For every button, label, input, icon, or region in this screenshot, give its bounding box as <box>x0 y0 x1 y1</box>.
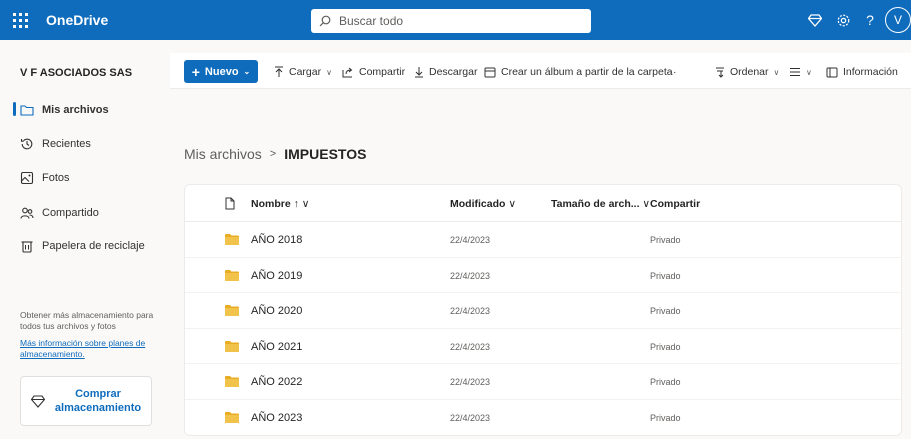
table-row[interactable]: AÑO 2021 22/4/2023 Privado <box>185 329 901 365</box>
folder-icon <box>225 234 239 245</box>
file-name[interactable]: AÑO 2021 <box>251 341 302 353</box>
chevron-down-icon: ∨ <box>508 198 517 210</box>
diamond-icon[interactable] <box>805 10 825 30</box>
modified-date: 22/4/2023 <box>450 377 491 388</box>
folder-icon <box>225 340 239 352</box>
sort-button[interactable]: Ordenar ∨ <box>715 64 779 80</box>
breadcrumb: Mis archivos > IMPUESTOS <box>184 146 366 162</box>
storage-plans-link[interactable]: Más información sobre planes de almacena… <box>20 338 170 360</box>
chevron-down-icon: ∨ <box>806 67 812 77</box>
file-name[interactable]: AÑO 2018 <box>251 234 302 246</box>
photo-icon <box>20 171 34 185</box>
view-options-button[interactable]: ∨ <box>789 64 812 80</box>
album-icon <box>484 67 496 77</box>
sharing-status: Privado <box>650 270 681 281</box>
column-name[interactable]: Nombre ↑ ∨ <box>251 198 309 210</box>
download-button[interactable]: Descargar <box>414 64 477 80</box>
column-sharing[interactable]: Compartir <box>650 198 700 210</box>
plus-icon: + <box>191 63 200 80</box>
file-name[interactable]: AÑO 2022 <box>251 376 302 388</box>
top-bar: OneDrive Buscar todo ? V <box>0 0 911 40</box>
file-name[interactable]: AÑO 2019 <box>251 270 302 282</box>
column-modified[interactable]: Modificado ∨ <box>450 198 516 210</box>
sort-icon <box>716 67 724 78</box>
trash-icon <box>21 241 33 253</box>
chevron-down-icon: ∨ <box>642 198 651 210</box>
org-name: V F ASOCIADOS SAS <box>20 67 133 79</box>
buy-storage-button[interactable]: Comprar almacenamiento <box>20 376 152 426</box>
share-icon <box>342 67 353 78</box>
modified-date: 22/4/2023 <box>450 413 491 423</box>
sharing-status: Privado <box>650 341 681 352</box>
app-name[interactable]: OneDrive <box>46 12 108 28</box>
table-row[interactable]: AÑO 2023 22/4/2023 Privado <box>185 400 901 435</box>
sidebar-item-recent[interactable]: Recientes <box>20 134 91 154</box>
breadcrumb-separator: > <box>269 148 277 160</box>
storage-promo-text: Obtener más almacenamiento para todos tu… <box>20 310 154 331</box>
help-icon[interactable]: ? <box>860 10 880 30</box>
table-row[interactable]: AÑO 2020 22/4/2023 Privado <box>185 293 901 329</box>
file-type-icon <box>225 197 235 210</box>
upload-button[interactable]: Cargar ∨ <box>274 64 332 80</box>
avatar[interactable]: V <box>885 7 911 33</box>
sidebar-item-shared[interactable]: Compartido <box>20 203 99 223</box>
chevron-down-icon: ∨ <box>301 198 310 210</box>
info-button[interactable]: Información <box>826 64 898 80</box>
diamond-icon <box>31 394 45 408</box>
sidebar-item-photos[interactable]: Fotos <box>20 168 70 188</box>
active-indicator <box>13 102 16 116</box>
sharing-status: Privado <box>650 306 681 317</box>
folder-icon <box>225 376 239 388</box>
create-album-button[interactable]: Crear un álbum a partir de la carpeta <box>484 64 673 80</box>
breadcrumb-parent[interactable]: Mis archivos <box>184 146 262 162</box>
chevron-down-icon: ∨ <box>773 67 780 77</box>
info-pane-icon <box>826 67 838 77</box>
table-row[interactable]: AÑO 2018 22/4/2023 Privado <box>185 222 901 258</box>
modified-date: 22/4/2023 <box>450 235 491 245</box>
folder-icon <box>225 269 239 281</box>
sharing-status: Privado <box>650 235 681 245</box>
app-launcher-icon[interactable] <box>10 10 30 30</box>
new-button[interactable]: + Nuevo ⌄ <box>184 60 258 83</box>
list-view-icon <box>790 68 800 76</box>
gear-icon[interactable] <box>833 10 853 30</box>
folder-icon <box>20 105 34 116</box>
download-icon <box>415 67 423 78</box>
file-list-header: Nombre ↑ ∨ Modificado ∨ Tamaño de arch..… <box>185 185 901 222</box>
search-box[interactable]: Buscar todo <box>311 9 591 33</box>
sidebar-item-my-files[interactable]: Mis archivos <box>20 100 109 120</box>
modified-date: 22/4/2023 <box>450 341 491 352</box>
chevron-down-icon: ∨ <box>326 67 332 77</box>
more-options-button[interactable]: ··· <box>666 64 677 80</box>
file-name[interactable]: AÑO 2023 <box>251 412 302 424</box>
modified-date: 22/4/2023 <box>450 306 491 317</box>
file-name[interactable]: AÑO 2020 <box>251 305 302 317</box>
share-button[interactable]: Compartir <box>342 64 405 80</box>
sidebar-item-recycle-bin[interactable]: Papelera de reciclaje <box>20 236 145 256</box>
search-placeholder: Buscar todo <box>339 14 404 28</box>
column-size[interactable]: Tamaño de arch... ∨ <box>551 198 650 210</box>
modified-date: 22/4/2023 <box>450 270 491 281</box>
buy-storage-label: Comprar almacenamiento <box>54 388 142 414</box>
sharing-status: Privado <box>650 413 681 423</box>
command-bar: + Nuevo ⌄ Cargar ∨ Compartir Descargar C… <box>170 53 911 89</box>
folder-icon <box>225 412 239 423</box>
chevron-down-icon: ⌄ <box>243 67 251 76</box>
breadcrumb-current[interactable]: IMPUESTOS <box>284 146 366 162</box>
sidebar: V F ASOCIADOS SAS Mis archivos Recientes… <box>0 40 170 439</box>
sharing-status: Privado <box>650 377 681 388</box>
upload-icon <box>275 66 283 77</box>
folder-icon <box>225 305 239 317</box>
people-icon <box>20 207 34 219</box>
table-row[interactable]: AÑO 2019 22/4/2023 Privado <box>185 258 901 294</box>
table-row[interactable]: AÑO 2022 22/4/2023 Privado <box>185 364 901 400</box>
search-icon <box>319 15 331 27</box>
history-icon <box>20 138 33 150</box>
file-list: Nombre ↑ ∨ Modificado ∨ Tamaño de arch..… <box>184 184 902 436</box>
